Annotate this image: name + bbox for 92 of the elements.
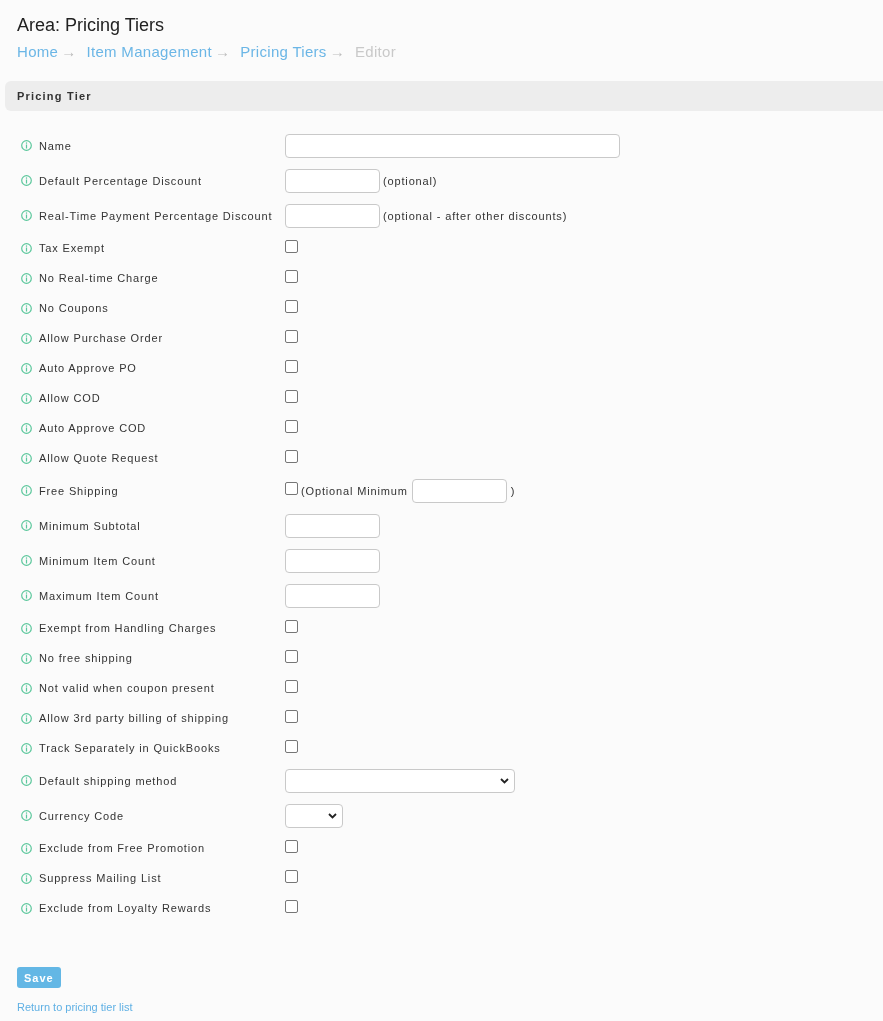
checkbox[interactable] bbox=[285, 679, 298, 693]
chevron-down-icon bbox=[500, 777, 509, 784]
field-label: Default shipping method bbox=[39, 774, 178, 787]
field-label: Real-Time Payment Percentage Discount bbox=[39, 209, 273, 222]
field-label: Auto Approve PO bbox=[39, 362, 137, 374]
field-label: No free shipping bbox=[39, 652, 133, 664]
info-icon bbox=[21, 622, 32, 634]
info-icon bbox=[21, 775, 32, 786]
breadcrumb-arrow: → bbox=[329, 42, 345, 62]
breadcrumb-arrow: → bbox=[61, 42, 77, 62]
field-label: Allow Purchase Order bbox=[39, 332, 163, 344]
info-icon bbox=[21, 175, 32, 186]
info-icon bbox=[21, 272, 32, 284]
info-icon bbox=[21, 652, 32, 664]
field-label: Auto Approve COD bbox=[39, 422, 147, 434]
checkbox[interactable] bbox=[285, 269, 298, 283]
info-icon bbox=[21, 392, 32, 404]
field-label: Not valid when coupon present bbox=[39, 682, 215, 694]
checkbox[interactable] bbox=[285, 899, 298, 913]
field-label: Track Separately in QuickBooks bbox=[39, 742, 221, 754]
page-title: Area: Pricing Tiers bbox=[17, 14, 165, 36]
return-link[interactable]: Return to pricing tier list bbox=[17, 1000, 133, 1014]
dropdown-field[interactable] bbox=[285, 768, 515, 793]
checkbox[interactable] bbox=[285, 739, 298, 753]
field-label: No Coupons bbox=[39, 302, 109, 314]
info-icon bbox=[21, 422, 32, 434]
chevron-down-icon bbox=[328, 812, 337, 819]
checkbox[interactable] bbox=[285, 709, 298, 723]
breadcrumb-arrow: → bbox=[214, 42, 231, 62]
field-note: (optional) bbox=[383, 174, 438, 187]
field-label: Allow 3rd party billing of shipping bbox=[39, 712, 229, 724]
field-label: Name bbox=[39, 139, 72, 152]
info-icon bbox=[21, 242, 32, 254]
field-note: (Optional Minimum bbox=[301, 484, 408, 497]
field-label: Maximum Item Count bbox=[39, 589, 159, 602]
checkbox[interactable] bbox=[285, 869, 298, 883]
info-icon bbox=[21, 810, 32, 821]
input-field[interactable] bbox=[285, 513, 380, 538]
info-icon bbox=[21, 902, 32, 914]
info-icon bbox=[21, 590, 32, 601]
info-icon bbox=[21, 872, 32, 884]
field-label: Minimum Item Count bbox=[39, 554, 156, 567]
save-button[interactable]: Save bbox=[17, 967, 61, 988]
info-icon bbox=[21, 362, 32, 374]
field-label: Minimum Subtotal bbox=[39, 519, 141, 532]
info-icon bbox=[21, 485, 32, 496]
field-label: Exclude from Loyalty Rewards bbox=[39, 902, 212, 914]
breadcrumb-link[interactable]: Pricing Tiers bbox=[240, 42, 327, 62]
checkbox[interactable] bbox=[285, 359, 298, 373]
info-icon bbox=[21, 842, 32, 854]
input-field[interactable] bbox=[285, 133, 620, 158]
dropdown-field[interactable] bbox=[285, 803, 343, 828]
info-icon bbox=[21, 332, 32, 344]
closing-parenthesis: ) bbox=[510, 484, 516, 497]
checkbox[interactable] bbox=[285, 839, 298, 853]
field-label: Allow COD bbox=[39, 392, 101, 404]
info-icon bbox=[21, 712, 32, 724]
field-label: Default Percentage Discount bbox=[39, 174, 202, 187]
checkbox[interactable] bbox=[285, 389, 298, 403]
input-field[interactable] bbox=[285, 548, 380, 573]
input-field[interactable] bbox=[411, 478, 507, 503]
field-label: Allow Quote Request bbox=[39, 452, 159, 464]
input-field[interactable] bbox=[285, 168, 380, 193]
checkbox[interactable] bbox=[285, 619, 298, 633]
breadcrumb-link[interactable]: Home bbox=[17, 42, 59, 62]
field-label: No Real-time Charge bbox=[39, 272, 159, 284]
info-icon bbox=[21, 140, 32, 151]
checkbox[interactable] bbox=[285, 419, 298, 433]
checkbox[interactable] bbox=[285, 649, 298, 663]
info-icon bbox=[21, 452, 32, 464]
checkbox[interactable] bbox=[285, 449, 298, 463]
info-icon bbox=[21, 302, 32, 314]
info-icon bbox=[21, 210, 32, 221]
checkbox[interactable] bbox=[285, 239, 298, 253]
field-label: Currency Code bbox=[39, 809, 125, 822]
breadcrumb-link[interactable]: Item Management bbox=[86, 42, 212, 62]
field-label: Suppress Mailing List bbox=[39, 872, 162, 884]
checkbox[interactable] bbox=[285, 299, 298, 313]
field-note: (optional - after other discounts) bbox=[383, 209, 568, 222]
field-label: Exclude from Free Promotion bbox=[39, 842, 205, 854]
field-label: Exempt from Handling Charges bbox=[39, 622, 217, 634]
panel-title: Pricing Tier bbox=[17, 90, 92, 102]
checkbox[interactable] bbox=[285, 482, 298, 495]
info-icon bbox=[21, 520, 32, 531]
info-icon bbox=[21, 682, 32, 694]
info-icon bbox=[21, 555, 32, 566]
checkbox[interactable] bbox=[285, 329, 298, 343]
field-label: Free Shipping bbox=[39, 484, 119, 497]
field-label: Tax Exempt bbox=[39, 242, 105, 254]
input-field[interactable] bbox=[285, 583, 380, 608]
input-field[interactable] bbox=[285, 203, 380, 228]
info-icon bbox=[21, 742, 32, 754]
